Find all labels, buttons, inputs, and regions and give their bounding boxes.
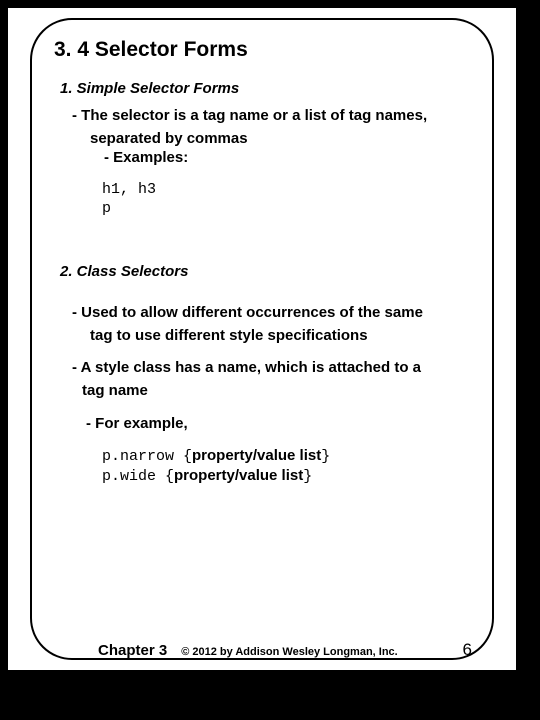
slide-footer: Chapter 3 © 2012 by Addison Wesley Longm… xyxy=(8,640,516,660)
ex1-code: p.narrow { xyxy=(102,448,192,465)
slide-title: 3. 4 Selector Forms xyxy=(54,38,470,62)
section2-line1: - Used to allow different occurrences of… xyxy=(72,304,470,323)
footer-chapter: Chapter 3 xyxy=(98,642,167,659)
section2-heading: 2. Class Selectors xyxy=(60,263,470,280)
slide-frame: 3. 4 Selector Forms 1. Simple Selector F… xyxy=(30,18,494,660)
bottom-bar xyxy=(0,670,540,720)
section1-code1: h1, h3 xyxy=(102,181,470,200)
footer-copyright: © 2012 by Addison Wesley Longman, Inc. xyxy=(181,646,398,658)
section2-line4: tag name xyxy=(82,382,470,401)
ex2-close: } xyxy=(303,468,312,485)
section1-line2: separated by commas xyxy=(90,130,470,149)
ex1-close: } xyxy=(321,448,330,465)
section2-forexample: - For example, xyxy=(86,415,470,432)
section1-line1: - The selector is a tag name or a list o… xyxy=(72,107,470,126)
ex2-code: p.wide { xyxy=(102,468,174,485)
section1-code2: p xyxy=(102,200,470,219)
section2-example2: p.wide {property/value list} xyxy=(102,466,470,487)
section1-line3: - Examples: xyxy=(104,149,470,168)
section1-heading: 1. Simple Selector Forms xyxy=(60,80,470,97)
footer-page-number: 6 xyxy=(463,640,472,660)
ex1-prop: property/value list xyxy=(192,447,321,464)
section2-line3: - A style class has a name, which is att… xyxy=(72,359,470,378)
slide-page: 3. 4 Selector Forms 1. Simple Selector F… xyxy=(8,8,516,670)
section2-line2: tag to use different style specification… xyxy=(90,327,470,346)
section2-example1: p.narrow {property/value list} xyxy=(102,446,470,467)
ex2-prop: property/value list xyxy=(174,467,303,484)
